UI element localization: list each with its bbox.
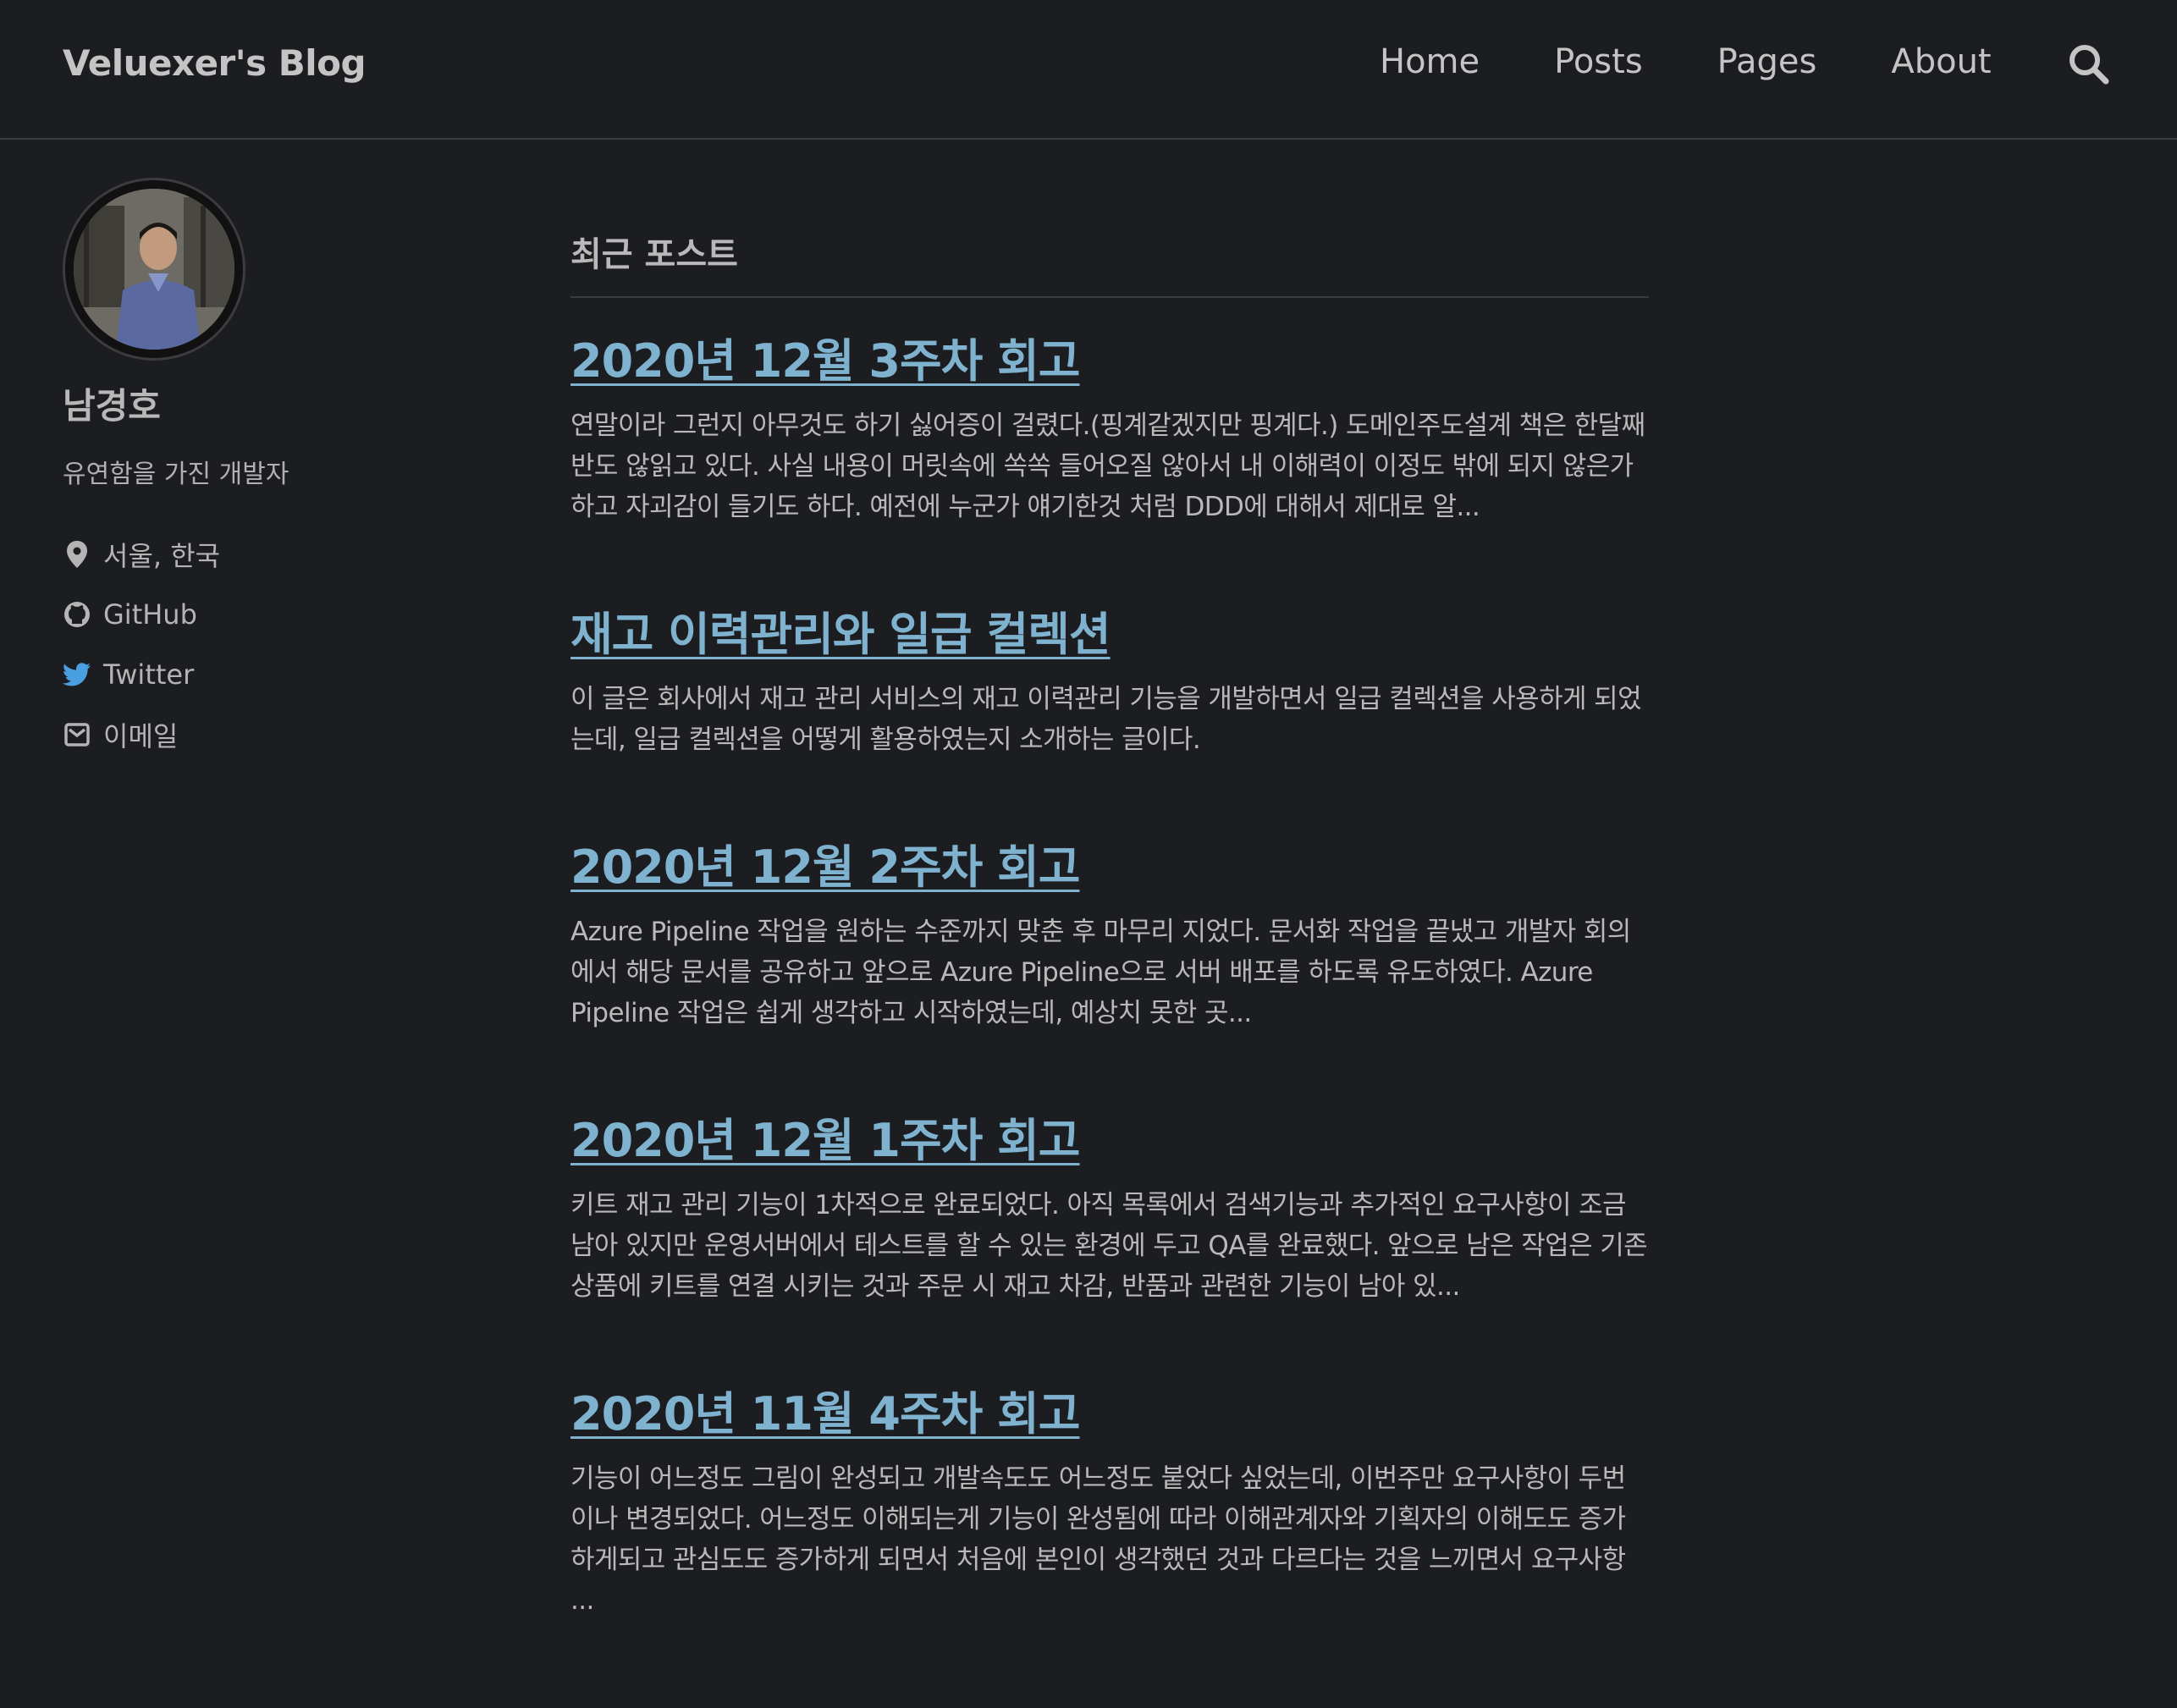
location-pin-icon (63, 540, 91, 569)
nav-about-link[interactable]: About (1891, 42, 1991, 81)
post-excerpt: 기능이 어느정도 그림이 완성되고 개발속도도 어느정도 붙었다 싶었는데, 이… (570, 1463, 1626, 1616)
post-title-link[interactable]: 재고 이력관리와 일급 컬렉션 (570, 597, 1649, 664)
twitter-icon (63, 660, 91, 689)
nav-pages-link[interactable]: Pages (1717, 42, 1817, 81)
post-title-link[interactable]: 2020년 12월 3주차 회고 (570, 323, 1649, 390)
post-excerpt: 키트 재고 관리 기능이 1차적으로 완료되었다. 아직 목록에서 검색기능과 … (570, 1190, 1648, 1302)
author-github-link[interactable]: GitHub (63, 584, 469, 644)
post-title-link[interactable]: 2020년 12월 1주차 회고 (570, 1103, 1649, 1170)
post-excerpt: 연말이라 그런지 아무것도 하기 싫어증이 걸렸다.(핑계같겠지만 핑계다.) … (570, 410, 1645, 522)
author-github-label[interactable]: GitHub (103, 598, 197, 631)
post-excerpt: Azure Pipeline 작업을 원하는 수준까지 맞춘 후 마무리 지었다… (570, 917, 1631, 1028)
search-button[interactable] (2065, 41, 2113, 88)
author-email-link[interactable]: 이메일 (63, 704, 469, 764)
author-twitter-link[interactable]: Twitter (63, 644, 469, 704)
author-sidebar: 남경호 유연함을 가진 개발자 서울, 한국 GitHub Twitter 이메… (63, 178, 469, 764)
author-location-label: 서울, 한국 (103, 539, 221, 572)
author-location: 서울, 한국 (63, 524, 469, 584)
nav-posts-link[interactable]: Posts (1554, 42, 1643, 81)
main-nav: Home Posts Pages About (1380, 42, 1992, 81)
email-icon (63, 720, 91, 749)
post-excerpt: 이 글은 회사에서 재고 관리 서비스의 재고 이력관리 기능을 개발하면서 일… (570, 684, 1642, 755)
nav-home-link[interactable]: Home (1380, 42, 1480, 81)
github-icon (63, 600, 91, 629)
masthead: Veluexer's Blog Home Posts Pages About (0, 0, 2177, 140)
main-content: 최근 포스트 2020년 12월 3주차 회고 연말이라 그런지 아무것도 하기… (570, 227, 1649, 1621)
post-title-link[interactable]: 2020년 11월 4주차 회고 (570, 1376, 1649, 1443)
search-icon (2070, 45, 2109, 85)
author-links: 서울, 한국 GitHub Twitter 이메일 (63, 524, 469, 764)
avatar (63, 178, 245, 361)
post-item: 2020년 11월 4주차 회고 기능이 어느정도 그림이 완성되고 개발속도도… (570, 1376, 1649, 1621)
site-title-link[interactable]: Veluexer's Blog (63, 42, 367, 84)
author-name: 남경호 (63, 385, 161, 427)
recent-posts-heading: 최근 포스트 (570, 227, 1649, 298)
avatar-photo (74, 189, 234, 350)
author-bio: 유연함을 가진 개발자 (63, 460, 289, 489)
author-email-label[interactable]: 이메일 (103, 715, 178, 754)
post-item: 2020년 12월 3주차 회고 연말이라 그런지 아무것도 하기 싫어증이 걸… (570, 323, 1649, 527)
post-item: 2020년 12월 2주차 회고 Azure Pipeline 작업을 원하는 … (570, 829, 1649, 1033)
post-title-link[interactable]: 2020년 12월 2주차 회고 (570, 829, 1649, 896)
post-item: 재고 이력관리와 일급 컬렉션 이 글은 회사에서 재고 관리 서비스의 재고 … (570, 597, 1649, 760)
avatar-person-image (74, 189, 234, 350)
post-item: 2020년 12월 1주차 회고 키트 재고 관리 기능이 1차적으로 완료되었… (570, 1103, 1649, 1307)
author-twitter-label[interactable]: Twitter (103, 658, 194, 691)
